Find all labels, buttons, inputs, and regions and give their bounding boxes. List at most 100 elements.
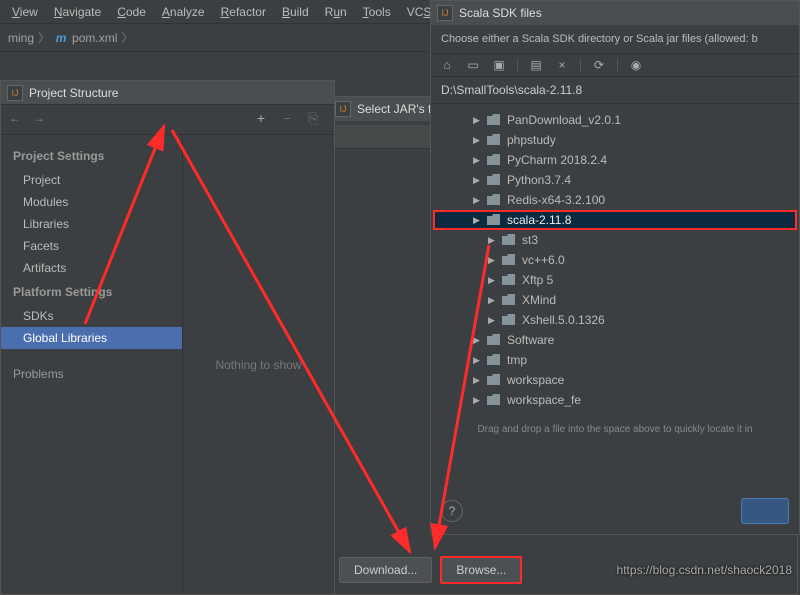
sidebar-item-facets[interactable]: Facets	[1, 235, 182, 257]
tree-row[interactable]: ▶PanDownload_v2.0.1	[433, 110, 797, 130]
refresh-icon[interactable]: ⟳	[591, 57, 607, 73]
menu-refactor[interactable]: Refactor	[213, 3, 274, 21]
remove-button[interactable]: −	[277, 110, 297, 130]
expand-icon[interactable]: ▶	[473, 355, 483, 366]
tree-row[interactable]: ▶Software	[433, 330, 797, 350]
expand-icon[interactable]: ▶	[473, 395, 483, 406]
tree-row[interactable]: ▶st3	[433, 230, 797, 250]
chevron-icon: 〉	[38, 29, 50, 46]
folder-icon	[487, 334, 501, 346]
folder-icon	[487, 354, 501, 366]
tree-row[interactable]: ▶ scala-2.11.8	[433, 210, 797, 230]
menu-navigate[interactable]: Navigate	[46, 3, 109, 21]
folder-icon	[502, 274, 516, 286]
delete-icon[interactable]: ×	[554, 57, 570, 73]
crumb-pom[interactable]: m pom.xml	[54, 31, 117, 45]
tree-row[interactable]: ▶ PyCharm 2018.2.4	[433, 150, 797, 170]
chevron-icon: 〉	[121, 29, 133, 46]
tree-label: tmp	[507, 353, 527, 367]
show-hidden-icon[interactable]: ◉	[628, 57, 644, 73]
tree-row[interactable]: ▶ XMind	[433, 290, 797, 310]
expand-icon[interactable]: ▶	[488, 255, 498, 266]
separator	[580, 58, 581, 72]
menu-analyze[interactable]: Analyze	[154, 3, 213, 21]
tree-row[interactable]: ▶ tmp	[433, 350, 797, 370]
scala-sdk-titlebar: IJ Scala SDK files	[431, 1, 799, 25]
tree-row[interactable]: ▶ vc++6.0	[433, 250, 797, 270]
menu-view[interactable]: View	[4, 3, 46, 21]
expand-icon[interactable]: ▶	[473, 135, 483, 146]
empty-message: Nothing to show	[215, 358, 301, 372]
tree-row[interactable]: ▶ Redis-x64-3.2.100	[433, 190, 797, 210]
project-icon[interactable]: ▣	[491, 57, 507, 73]
tree-row[interactable]: ▶ Xshell.5.0.1326	[433, 310, 797, 330]
home-icon[interactable]: ⌂	[439, 57, 455, 73]
expand-icon[interactable]: ▶	[473, 215, 483, 226]
intellij-icon: IJ	[437, 5, 453, 21]
tree-label: Xshell.5.0.1326	[522, 313, 605, 327]
folder-icon	[487, 374, 501, 386]
tree-label: Redis-x64-3.2.100	[507, 193, 605, 207]
ok-button[interactable]	[741, 498, 789, 524]
tree-label: vc++6.0	[522, 253, 565, 267]
tree-label: PyCharm 2018.2.4	[507, 153, 607, 167]
tree-row[interactable]: ▶Xftp 5	[433, 270, 797, 290]
project-structure-title-text: Project Structure	[29, 86, 118, 100]
scala-sdk-title-text: Scala SDK files	[459, 6, 542, 20]
sidebar-heading-platform-settings: Platform Settings	[1, 279, 182, 305]
expand-icon[interactable]: ▶	[473, 195, 483, 206]
expand-icon[interactable]: ▶	[473, 375, 483, 386]
expand-icon[interactable]: ▶	[473, 115, 483, 126]
desktop-icon[interactable]: ▭	[465, 57, 481, 73]
menu-run[interactable]: Run	[317, 3, 355, 21]
intellij-icon: IJ	[335, 101, 351, 117]
expand-icon[interactable]: ▶	[473, 155, 483, 166]
sidebar-item-global-libraries[interactable]: Global Libraries	[1, 327, 182, 349]
expand-icon[interactable]: ▶	[488, 235, 498, 246]
tree-row[interactable]: ▶phpstudy	[433, 130, 797, 150]
tree-label: scala-2.11.8	[507, 213, 571, 227]
sidebar-item-project[interactable]: Project	[1, 169, 182, 191]
separator	[517, 58, 518, 72]
browse-button[interactable]: Browse...	[440, 556, 522, 584]
sidebar-item-libraries[interactable]: Libraries	[1, 213, 182, 235]
sidebar-item-sdks[interactable]: SDKs	[1, 305, 182, 327]
expand-icon[interactable]: ▶	[488, 275, 498, 286]
path-field[interactable]: D:\SmallTools\scala-2.11.8	[431, 77, 799, 104]
file-chooser-toolbar: ⌂ ▭ ▣ ▤ × ⟳ ◉	[431, 53, 799, 77]
separator	[617, 58, 618, 72]
folder-icon	[502, 314, 516, 326]
menu-code[interactable]: Code	[109, 3, 154, 21]
tree-row[interactable]: ▶ workspace	[433, 370, 797, 390]
forward-icon[interactable]: →	[33, 111, 51, 129]
project-structure-window: IJ Project Structure ← → + − ⎘ Project S…	[0, 80, 335, 595]
sidebar-item-artifacts[interactable]: Artifacts	[1, 257, 182, 279]
project-structure-nav: ← → + − ⎘	[1, 105, 334, 135]
back-icon[interactable]: ←	[9, 111, 27, 129]
expand-icon[interactable]: ▶	[488, 295, 498, 306]
add-button[interactable]: +	[251, 110, 271, 130]
expand-icon[interactable]: ▶	[488, 315, 498, 326]
sidebar-item-problems[interactable]: Problems	[1, 363, 182, 385]
folder-icon	[487, 134, 501, 146]
tree-row[interactable]: ▶workspace_fe	[433, 390, 797, 410]
menu-tools[interactable]: Tools	[355, 3, 399, 21]
download-button[interactable]: Download...	[339, 557, 432, 583]
menu-build[interactable]: Build	[274, 3, 317, 21]
expand-icon[interactable]: ▶	[473, 175, 483, 186]
crumb-root[interactable]: ming	[8, 31, 34, 45]
sidebar-item-modules[interactable]: Modules	[1, 191, 182, 213]
tree-row[interactable]: ▶Python3.7.4	[433, 170, 797, 190]
drag-drop-hint: Drag and drop a file into the space abov…	[431, 416, 799, 443]
tree-label: workspace	[507, 373, 564, 387]
help-icon[interactable]: ?	[441, 500, 463, 522]
expand-icon[interactable]: ▶	[473, 335, 483, 346]
new-folder-icon[interactable]: ▤	[528, 57, 544, 73]
folder-icon	[502, 294, 516, 306]
copy-button[interactable]: ⎘	[303, 110, 323, 130]
folder-icon	[487, 154, 501, 166]
tree-label: XMind	[522, 293, 556, 307]
folder-icon	[487, 174, 501, 186]
sidebar-heading-project-settings: Project Settings	[1, 143, 182, 169]
maven-icon: m	[54, 31, 68, 45]
